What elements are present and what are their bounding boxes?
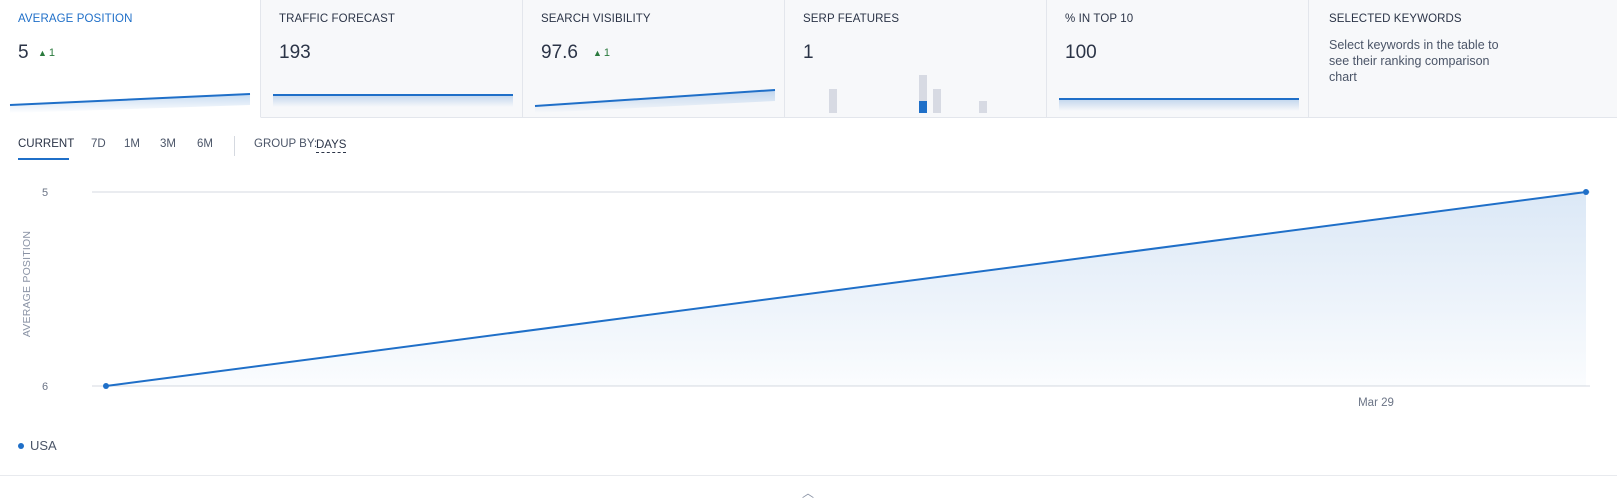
delta-badge: ▲ 1	[38, 47, 56, 59]
data-point	[1583, 189, 1589, 195]
card-title: TRAFFIC FORECAST	[279, 13, 395, 25]
card-value: 100	[1065, 42, 1097, 63]
tab-1m[interactable]: 1M	[124, 138, 140, 150]
tab-7d[interactable]: 7D	[91, 138, 106, 150]
group-by-dropdown[interactable]: DAYS	[316, 138, 347, 153]
y-tick-label: 5	[42, 187, 48, 199]
y-tick-label: 6	[42, 381, 48, 393]
serp-bar	[979, 101, 987, 113]
tab-6m[interactable]: 6M	[197, 138, 213, 150]
card-value: 5	[18, 42, 29, 63]
divider	[234, 136, 235, 156]
card-percent-in-top-10[interactable]: % IN TOP 10 100	[1047, 0, 1309, 118]
sparkline	[1059, 98, 1299, 111]
y-axis-ticks: 56	[42, 187, 48, 393]
card-serp-features[interactable]: SERP FEATURES 1	[785, 0, 1047, 118]
tab-current[interactable]: CURRENT	[18, 138, 74, 150]
metric-cards: AVERAGE POSITION 5 ▲ 1 TRAFFIC FORECAST 1…	[0, 0, 1617, 118]
card-value: 193	[279, 42, 311, 63]
tab-3m[interactable]: 3M	[160, 138, 176, 150]
x-tick-label: Mar 29	[1358, 397, 1394, 409]
card-title: SELECTED KEYWORDS	[1329, 13, 1462, 25]
average-position-chart: 56 Mar 29	[42, 187, 1590, 409]
chart-legend[interactable]: USA	[18, 438, 57, 453]
sparkline	[9, 93, 251, 113]
card-selected-keywords: SELECTED KEYWORDS Select keywords in the…	[1309, 0, 1617, 118]
card-traffic-forecast[interactable]: TRAFFIC FORECAST 193	[261, 0, 523, 118]
card-description: Select keywords in the table to see thei…	[1329, 38, 1499, 84]
x-axis-ticks: Mar 29	[1358, 397, 1394, 409]
card-title: SERP FEATURES	[803, 13, 900, 25]
card-title: SEARCH VISIBILITY	[541, 13, 651, 25]
card-title: % IN TOP 10	[1065, 13, 1134, 25]
serp-bar	[933, 89, 941, 113]
chart-toolbar: CURRENT 7D 1M 3M 6M GROUP BY: DAYS	[0, 130, 1617, 162]
y-axis-label: AVERAGE POSITION	[21, 230, 33, 338]
triangle-up-icon: ▲	[593, 48, 602, 58]
chevron-up-icon[interactable]: ︿	[802, 484, 814, 501]
triangle-up-icon: ▲	[38, 48, 47, 58]
delta-badge: ▲ 1	[593, 47, 611, 59]
card-value: 1	[803, 42, 814, 63]
card-search-visibility[interactable]: SEARCH VISIBILITY 97.6 ▲ 1	[523, 0, 785, 118]
legend-dot-icon	[18, 442, 24, 449]
group-by-label: GROUP BY:	[254, 138, 318, 150]
card-average-position[interactable]: AVERAGE POSITION 5 ▲ 1	[0, 0, 261, 118]
serp-bar-highlight	[919, 101, 927, 113]
data-point	[103, 383, 109, 389]
card-value: 97.6	[541, 42, 578, 63]
sparkline	[534, 89, 776, 113]
sparkline	[273, 94, 513, 107]
legend-label-usa: USA	[30, 438, 57, 453]
active-tab-indicator	[18, 158, 69, 160]
serp-bar	[829, 89, 837, 113]
divider	[0, 475, 1617, 476]
card-title: AVERAGE POSITION	[18, 13, 133, 25]
serp-bars	[829, 75, 987, 113]
